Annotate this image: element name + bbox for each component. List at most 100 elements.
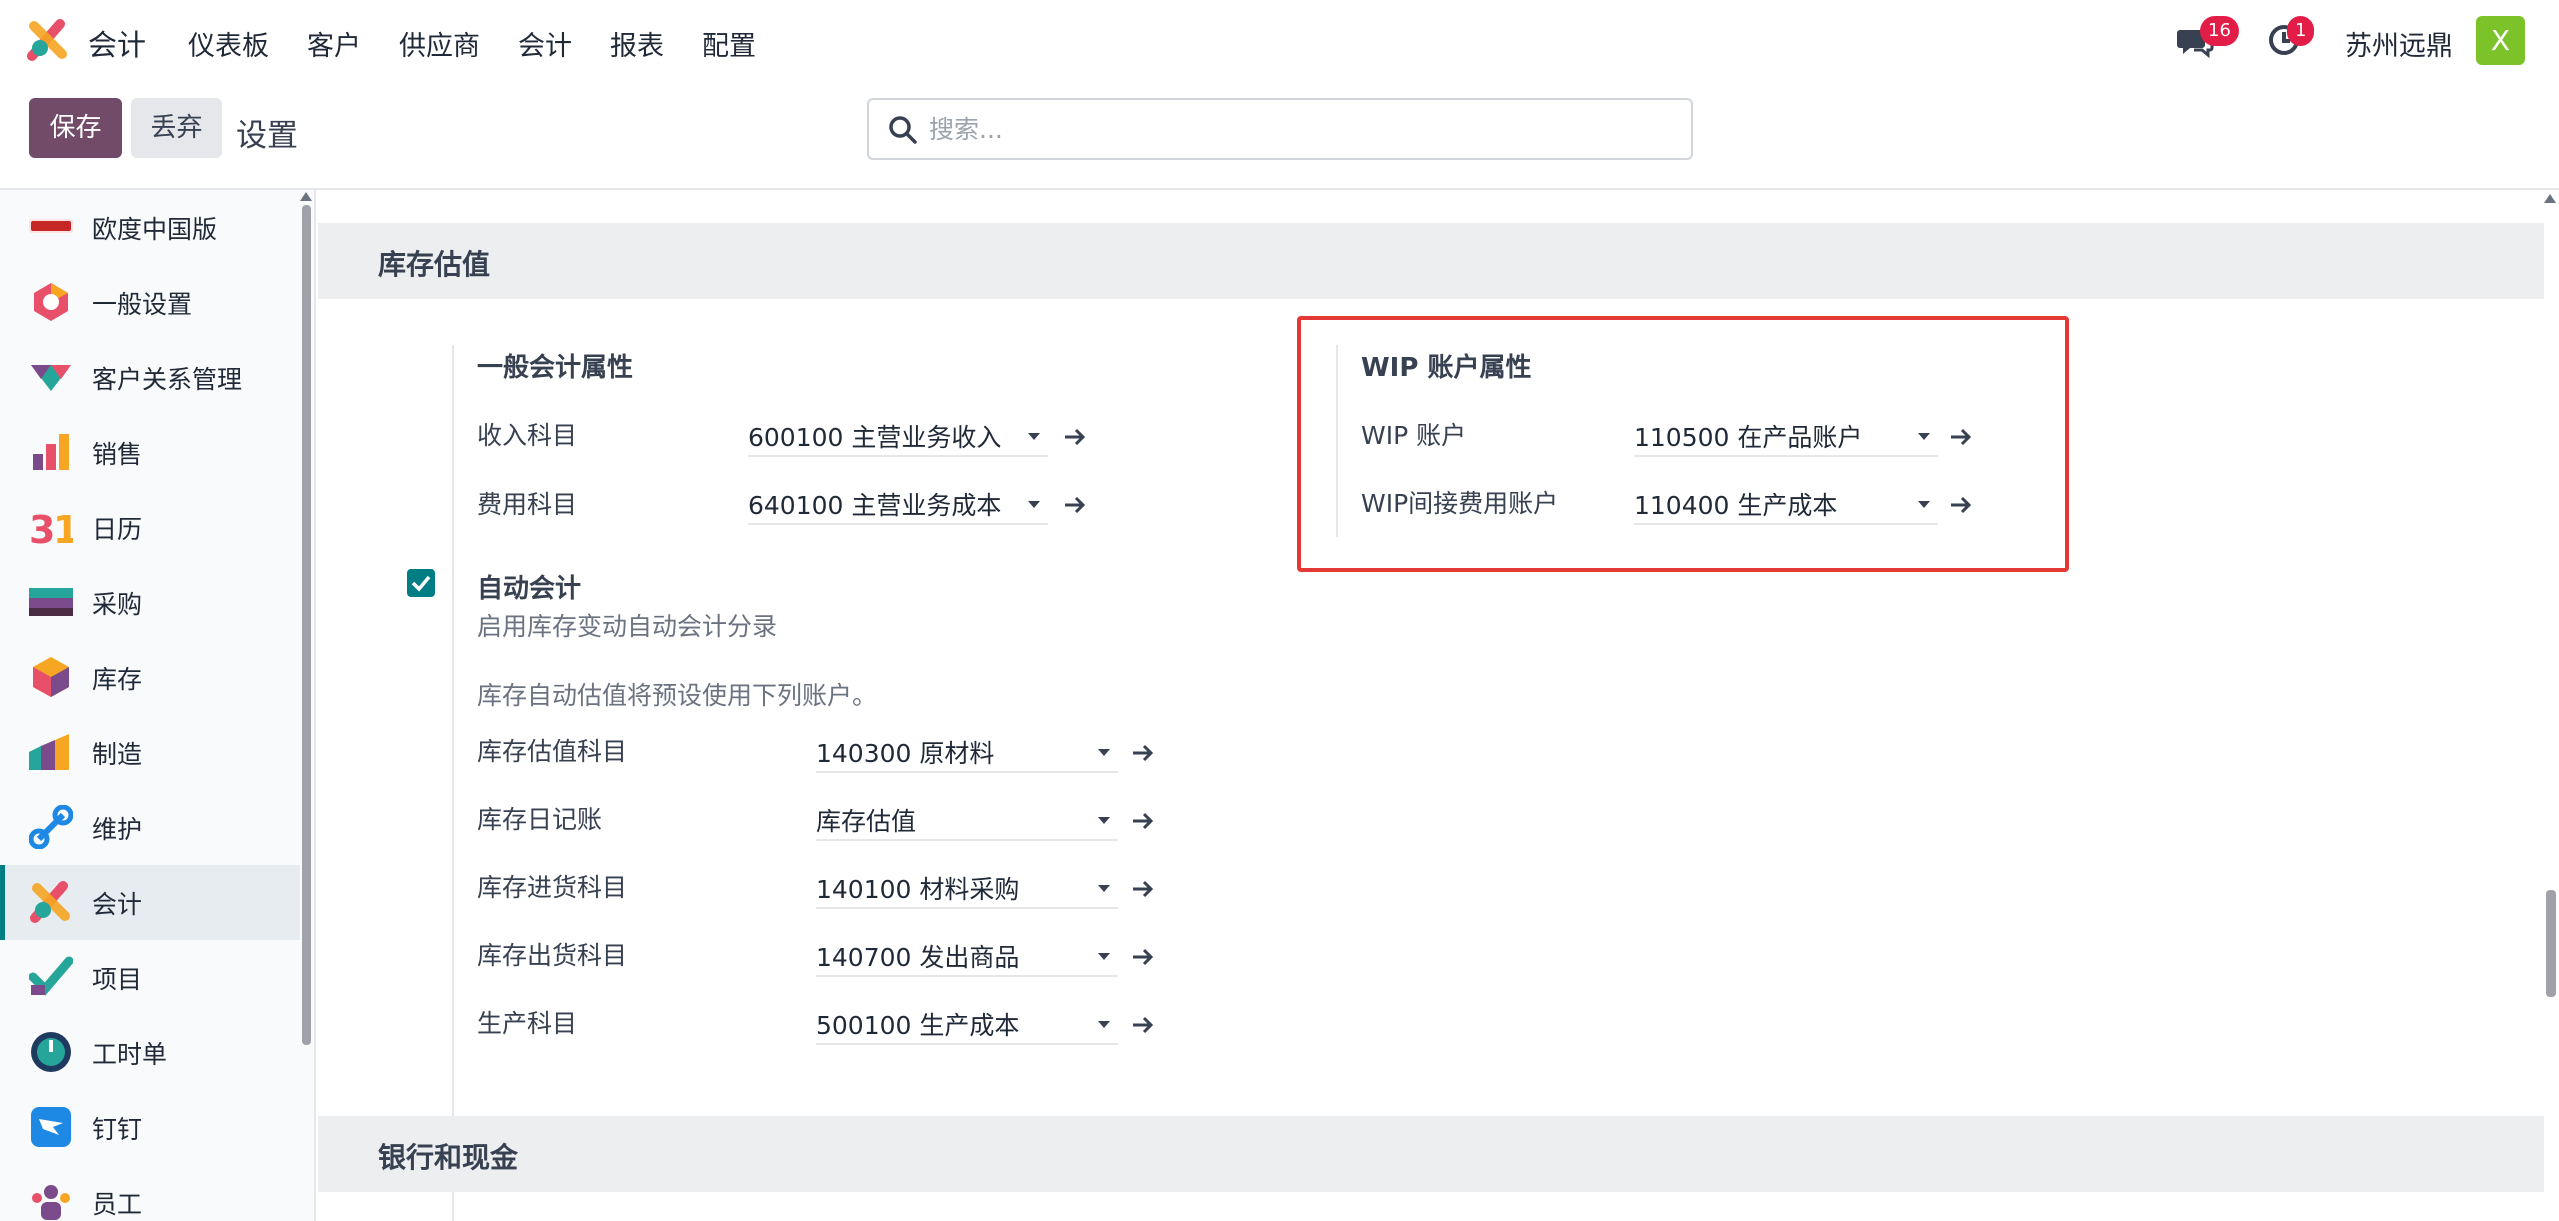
dropdown-caret-icon[interactable] [1098,817,1110,824]
field-value: 140700 发出商品 [816,943,1020,972]
sidebar-item-label: 工时单 [92,1039,168,1069]
discard-button[interactable]: 丢弃 [131,98,222,158]
sidebar-item-project[interactable]: 项目 [0,940,300,1015]
income-account-field[interactable]: 600100 主营业务收入 [748,415,1048,457]
production-account-field[interactable]: 500100 生产成本 [816,1003,1118,1045]
scroll-up-arrow-icon[interactable] [2544,194,2556,203]
project-icon [29,956,73,996]
menu-dashboard[interactable]: 仪表板 [188,24,269,63]
field-value: 140100 材料采购 [816,875,1020,904]
sidebar-item-crm[interactable]: 客户关系管理 [0,340,300,415]
auto-accounting-checkbox[interactable] [407,569,435,597]
odoo-china-icon [29,219,73,233]
activities-badge: 1 [2287,16,2315,46]
search-input[interactable] [929,110,1669,148]
expense-account-field[interactable]: 640100 主营业务成本 [748,483,1048,525]
checkmark-icon [411,575,431,592]
svg-text:1: 1 [53,508,73,549]
internal-link-arrow-icon[interactable] [1062,492,1088,518]
sidebar-item-dingtalk[interactable]: 钉钉 [0,1090,300,1165]
sidebar-scrollbar[interactable] [302,205,311,1045]
sidebar-item-odoo-china[interactable]: 欧度中国版 [0,190,300,265]
internal-link-arrow-icon[interactable] [1130,944,1156,970]
section-header-inventory-valuation: 库存估值 [318,223,2544,299]
stock-output-account-label: 库存出货科目 [477,941,628,970]
expense-account-label: 费用科目 [477,490,578,519]
internal-link-arrow-icon[interactable] [1062,424,1088,450]
sidebar-item-general-settings[interactable]: 一般设置 [0,265,300,340]
sidebar-item-label: 项目 [92,964,143,994]
sidebar-item-label: 一般设置 [92,289,193,319]
auto-accounting-title: 自动会计 [477,574,582,604]
internal-link-arrow-icon[interactable] [1130,876,1156,902]
sidebar-item-label: 会计 [92,889,143,919]
internal-link-arrow-icon[interactable] [1130,808,1156,834]
purchase-icon [29,588,73,616]
sales-icon [33,434,69,470]
dingtalk-icon [31,1107,71,1147]
stock-input-account-field[interactable]: 140100 材料采购 [816,867,1118,909]
dropdown-caret-icon[interactable] [1098,953,1110,960]
sidebar-item-sales[interactable]: 销售 [0,415,300,490]
section-header-bank-cash: 银行和现金 [318,1116,2544,1192]
section-title: 库存估值 [378,248,491,281]
menu-accounting[interactable]: 会计 [518,24,572,63]
dropdown-caret-icon[interactable] [1028,433,1040,440]
field-value: 640100 主营业务成本 [748,491,1002,520]
crm-icon [31,365,71,391]
sidebar-item-inventory[interactable]: 库存 [0,640,300,715]
scroll-up-arrow-icon[interactable] [300,192,312,201]
sidebar-item-employees[interactable]: 员工 [0,1165,300,1221]
accounting-app-icon[interactable] [26,18,70,62]
manufacturing-icon [29,734,69,770]
dropdown-caret-icon[interactable] [1098,885,1110,892]
internal-link-arrow-icon[interactable] [1130,740,1156,766]
svg-text:3: 3 [29,508,55,549]
sidebar-item-label: 销售 [92,439,143,469]
sidebar-item-timesheet[interactable]: 工时单 [0,1015,300,1090]
user-avatar[interactable]: X [2476,16,2525,65]
menu-vendors[interactable]: 供应商 [399,24,480,63]
field-value: 500100 生产成本 [816,1011,1020,1040]
production-account-label: 生产科目 [477,1009,578,1038]
stock-journal-field[interactable]: 库存估值 [816,799,1118,841]
menu-configuration[interactable]: 配置 [702,24,756,63]
field-value: 140300 原材料 [816,739,995,768]
messages-badge: 16 [2200,16,2239,46]
app-title[interactable]: 会计 [88,22,146,64]
dropdown-caret-icon[interactable] [1098,1021,1110,1028]
stock-valuation-account-field[interactable]: 140300 原材料 [816,731,1118,773]
menu-reporting[interactable]: 报表 [610,24,664,63]
internal-link-arrow-icon[interactable] [1130,1012,1156,1038]
save-button[interactable]: 保存 [29,98,122,158]
sidebar-item-label: 客户关系管理 [92,364,243,394]
top-navbar: 会计 仪表板 客户 供应商 会计 报表 配置 16 1 苏州远鼎 X [0,0,2559,83]
calendar-icon: 3 1 [29,508,73,549]
sidebar-item-label: 欧度中国版 [92,214,218,244]
dropdown-caret-icon[interactable] [1028,501,1040,508]
sidebar-item-label: 库存 [92,664,143,694]
sidebar-item-label: 员工 [92,1189,143,1219]
content-scrollbar[interactable] [2546,890,2556,997]
sidebar-item-label: 日历 [92,514,143,544]
search-box[interactable] [867,98,1693,160]
sidebar-item-accounting[interactable]: 会计 [0,865,300,940]
stock-output-account-field[interactable]: 140700 发出商品 [816,935,1118,977]
control-panel: 保存 丢弃 设置 [0,83,2559,188]
sidebar-item-label: 采购 [92,589,143,619]
wip-highlight-box [1297,316,2069,572]
sidebar-item-purchase[interactable]: 采购 [0,565,300,640]
auto-valuation-note: 库存自动估值将预设使用下列账户。 [477,681,878,710]
sidebar-item-calendar[interactable]: 3 1 日历 [0,490,300,565]
section-title: 银行和现金 [378,1141,519,1174]
general-accounting-title: 一般会计属性 [477,353,634,383]
income-account-label: 收入科目 [477,421,578,450]
field-value: 库存估值 [816,807,917,836]
accounting-icon [30,881,70,923]
sidebar-item-maintenance[interactable]: 维护 [0,790,300,865]
company-switcher[interactable]: 苏州远鼎 [2345,24,2453,63]
menu-customers[interactable]: 客户 [307,24,361,63]
main-menu: 仪表板 客户 供应商 会计 报表 配置 [188,24,794,63]
sidebar-item-manufacturing[interactable]: 制造 [0,715,300,790]
dropdown-caret-icon[interactable] [1098,749,1110,756]
